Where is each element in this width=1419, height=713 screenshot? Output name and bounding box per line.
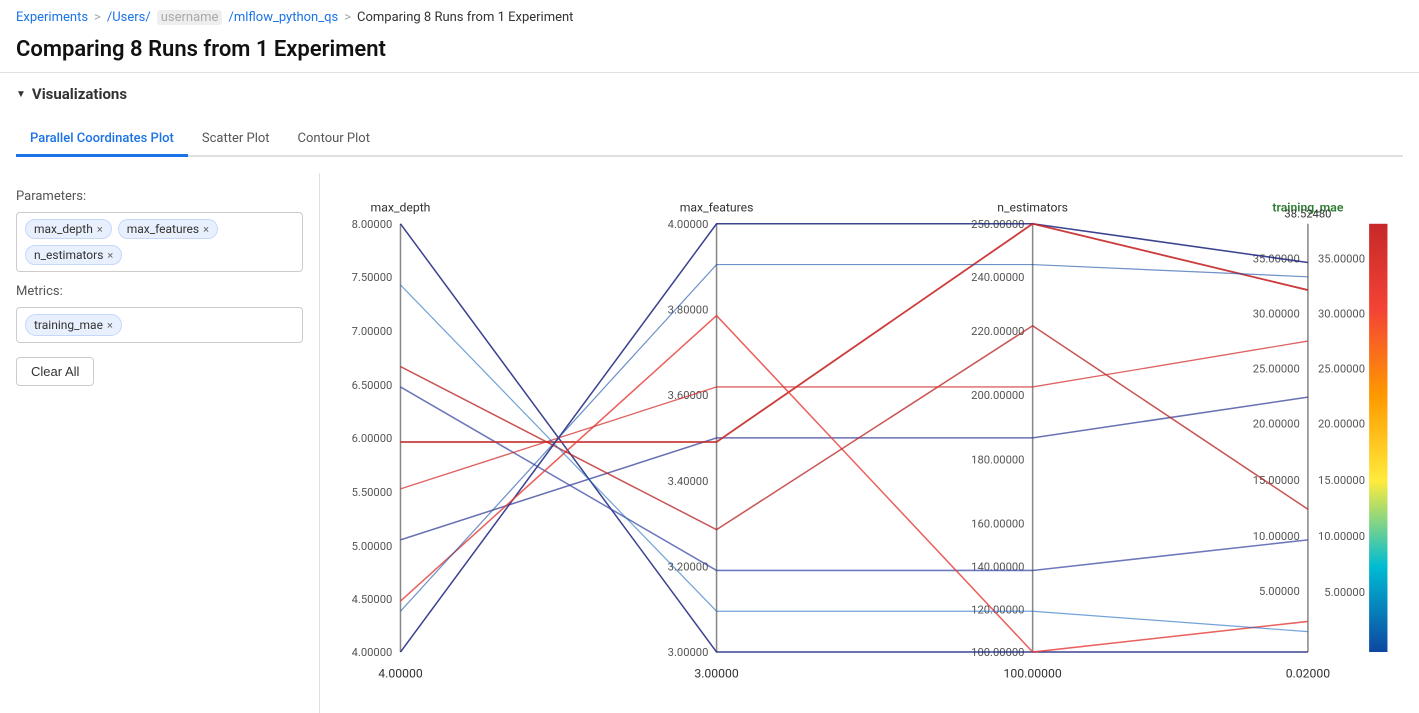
tick-n-est-140: 140.00000 xyxy=(971,560,1024,573)
page-title: Comparing 8 Runs from 1 Experiment xyxy=(0,31,1419,72)
tick-mae-15: 15.00000 xyxy=(1253,474,1300,487)
tick-max-depth-6: 6.00000 xyxy=(352,432,393,445)
tick-mae-5: 5.00000 xyxy=(1259,585,1300,598)
breadcrumb-sep1: > xyxy=(94,10,101,25)
tick-max-depth-8: 8.00000 xyxy=(352,218,393,231)
breadcrumb-experiments[interactable]: Experiments xyxy=(16,10,88,25)
pcoord-line-r3 xyxy=(400,326,1307,530)
axis-label-max-features: max_features xyxy=(680,201,754,215)
sidebar: Parameters: max_depth × max_features × n… xyxy=(0,173,320,713)
chart-container: max_depth max_features n_estimators trai… xyxy=(336,183,1403,703)
tag-n-estimators-remove[interactable]: × xyxy=(107,249,113,262)
tick-max-depth-7.5: 7.50000 xyxy=(352,271,393,284)
tag-n-estimators: n_estimators × xyxy=(25,245,122,265)
tick-n-est-180: 180.00000 xyxy=(971,453,1024,466)
tick-max-features-4: 4.00000 xyxy=(668,218,709,231)
colorbar-tick-35: 35.00000 xyxy=(1318,253,1365,266)
tag-training-mae: training_mae × xyxy=(25,314,122,336)
tick-mae-30: 30.00000 xyxy=(1253,308,1300,321)
bottom-tick-max-features: 3.00000 xyxy=(694,667,739,681)
colorbar-rect xyxy=(1369,224,1387,652)
tag-max-features: max_features × xyxy=(118,219,218,239)
colorbar-tick-20: 20.00000 xyxy=(1318,418,1365,431)
tick-max-features-3.8: 3.80000 xyxy=(668,304,709,317)
metrics-tag-container[interactable]: training_mae × xyxy=(16,307,303,343)
breadcrumb-users[interactable]: /Users/ xyxy=(107,10,151,25)
metrics-label: Metrics: xyxy=(16,284,303,299)
breadcrumb-current: Comparing 8 Runs from 1 Experiment xyxy=(357,10,573,25)
tick-mae-35: 35.00000 xyxy=(1253,253,1300,266)
tag-training-mae-label: training_mae xyxy=(34,318,103,332)
tick-n-est-240: 240.00000 xyxy=(971,271,1024,284)
tag-max-features-label: max_features xyxy=(127,222,199,236)
tab-parallel-coordinates[interactable]: Parallel Coordinates Plot xyxy=(16,123,188,157)
tick-max-depth-6.5: 6.50000 xyxy=(352,379,393,392)
training-mae-max-value: 38.52480 xyxy=(1284,208,1331,221)
tick-max-depth-5.5: 5.50000 xyxy=(352,486,393,499)
tag-max-features-remove[interactable]: × xyxy=(203,223,209,236)
tick-mae-25: 25.00000 xyxy=(1253,363,1300,376)
pcoord-line-r2 xyxy=(400,316,1307,652)
tag-max-depth-label: max_depth xyxy=(34,222,93,236)
breadcrumb-username: username xyxy=(157,10,223,25)
breadcrumb-mlflow[interactable]: /mlflow_python_qs xyxy=(228,10,338,25)
parameters-tag-container[interactable]: max_depth × max_features × n_estimators … xyxy=(16,212,303,272)
chevron-down-icon[interactable]: ▼ xyxy=(16,89,26,100)
colorbar-tick-15: 15.00000 xyxy=(1318,474,1365,487)
breadcrumb: Experiments > /Users/ username /mlflow_p… xyxy=(0,0,1419,31)
bottom-tick-training-mae: 0.02000 xyxy=(1286,667,1331,681)
breadcrumb-sep3: > xyxy=(344,10,351,25)
tag-n-estimators-label: n_estimators xyxy=(34,248,103,262)
tick-max-depth-4: 4.00000 xyxy=(352,646,393,659)
visualizations-header: ▼ Visualizations xyxy=(16,85,1403,103)
parameters-label: Parameters: xyxy=(16,189,303,204)
tabs-row: Parallel Coordinates Plot Scatter Plot C… xyxy=(16,123,1403,157)
tick-max-features-3.4: 3.40000 xyxy=(668,475,709,488)
colorbar-tick-10: 10.00000 xyxy=(1318,530,1365,543)
colorbar-tick-30: 30.00000 xyxy=(1318,308,1365,321)
bottom-tick-max-depth: 4.00000 xyxy=(378,667,423,681)
tab-contour-plot[interactable]: Contour Plot xyxy=(284,123,384,157)
colorbar-tick-5: 5.00000 xyxy=(1324,586,1365,599)
chart-area: max_depth max_features n_estimators trai… xyxy=(320,173,1419,713)
bottom-tick-n-estimators: 100.00000 xyxy=(1004,667,1062,681)
main-content: Parameters: max_depth × max_features × n… xyxy=(0,173,1419,713)
tag-max-depth-remove[interactable]: × xyxy=(97,223,103,236)
tick-n-est-200: 200.00000 xyxy=(971,389,1024,402)
visualizations-label: Visualizations xyxy=(32,85,127,103)
tab-scatter-plot[interactable]: Scatter Plot xyxy=(188,123,284,157)
axis-label-n-estimators: n_estimators xyxy=(997,201,1068,215)
tick-max-depth-5: 5.00000 xyxy=(352,540,393,553)
tick-n-est-160: 160.00000 xyxy=(971,518,1024,531)
pcoord-line-b2 xyxy=(400,285,1307,632)
tick-max-features-3: 3.00000 xyxy=(668,646,709,659)
parallel-coordinates-chart: max_depth max_features n_estimators trai… xyxy=(336,183,1403,703)
tick-max-depth-7: 7.00000 xyxy=(352,325,393,338)
tag-max-depth: max_depth × xyxy=(25,219,112,239)
tag-training-mae-remove[interactable]: × xyxy=(107,319,113,332)
tick-mae-20: 20.00000 xyxy=(1253,418,1300,431)
axis-label-max-depth: max_depth xyxy=(371,201,431,215)
colorbar-tick-25: 25.00000 xyxy=(1318,363,1365,376)
tick-max-depth-4.5: 4.50000 xyxy=(352,593,393,606)
clear-all-button[interactable]: Clear All xyxy=(16,357,94,386)
